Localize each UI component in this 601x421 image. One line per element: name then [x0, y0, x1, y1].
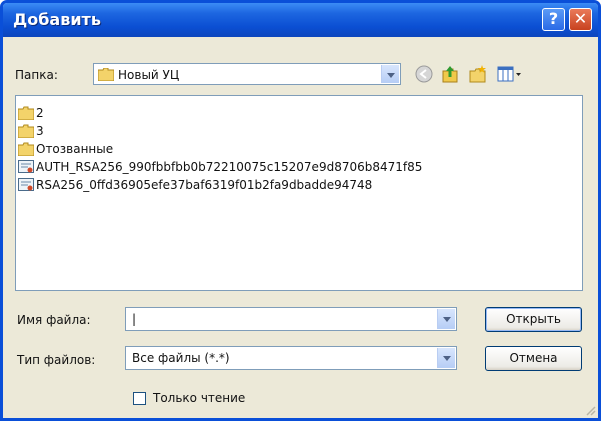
window-title: Добавить [13, 10, 101, 29]
folder-dropdown-arrow-icon[interactable] [381, 65, 399, 83]
filetype-dropdown[interactable] [436, 347, 456, 369]
up-folder-icon[interactable] [441, 65, 459, 83]
folder-value: Новый УЦ [118, 68, 180, 82]
filename-label: Имя файла: [17, 313, 91, 327]
list-item-name: Отозванные [36, 142, 114, 156]
readonly-label: Только чтение [153, 391, 246, 405]
list-item-name: 2 [36, 106, 44, 120]
cancel-button-label: Отмена [509, 351, 558, 365]
list-item-name: RSA256_0ffd36905efe37baf6319f01b2fa9dbad… [36, 178, 373, 192]
filename-dropdown-arrow-icon[interactable] [437, 309, 455, 329]
back-icon[interactable] [415, 65, 433, 83]
folder-label: Папка: [15, 68, 58, 82]
folder-combo[interactable]: Новый УЦ [93, 63, 401, 85]
filetype-combo[interactable]: Все файлы (*.*) [125, 346, 457, 370]
title-bar[interactable]: Добавить ? ✕ [3, 3, 598, 37]
filename-input[interactable]: | [125, 307, 457, 331]
help-button[interactable]: ? [542, 8, 565, 31]
new-folder-icon[interactable] [469, 65, 487, 83]
folder-icon [18, 106, 34, 120]
filetype-dropdown-arrow-icon[interactable] [437, 348, 455, 368]
close-button[interactable]: ✕ [569, 8, 592, 31]
list-item-name: 3 [36, 124, 44, 138]
file-list[interactable]: 2 3 Отозванные AUTH_RSA256_990fbbfbb0b72… [15, 95, 583, 291]
list-item-name: AUTH_RSA256_990fbbfbb0b72210075c15207e9d… [36, 160, 423, 174]
open-file-dialog: Добавить ? ✕ Папка: Новый УЦ 2 3 Отозван… [0, 0, 601, 421]
readonly-checkbox[interactable] [133, 392, 146, 405]
filetype-label: Тип файлов: [17, 353, 96, 367]
filename-value: | [132, 312, 137, 326]
open-button[interactable]: Открыть [485, 307, 582, 332]
filetype-value: Все файлы (*.*) [132, 351, 230, 365]
folder-icon [18, 142, 34, 156]
open-button-label: Открыть [506, 312, 561, 326]
folder-icon [98, 68, 114, 81]
view-menu-icon[interactable] [497, 65, 523, 83]
filename-dropdown[interactable] [436, 308, 456, 330]
certificate-icon [18, 178, 34, 191]
certificate-icon [18, 160, 34, 173]
folder-icon [18, 124, 34, 138]
cancel-button[interactable]: Отмена [485, 346, 582, 371]
resize-grip-icon[interactable] [584, 404, 596, 416]
